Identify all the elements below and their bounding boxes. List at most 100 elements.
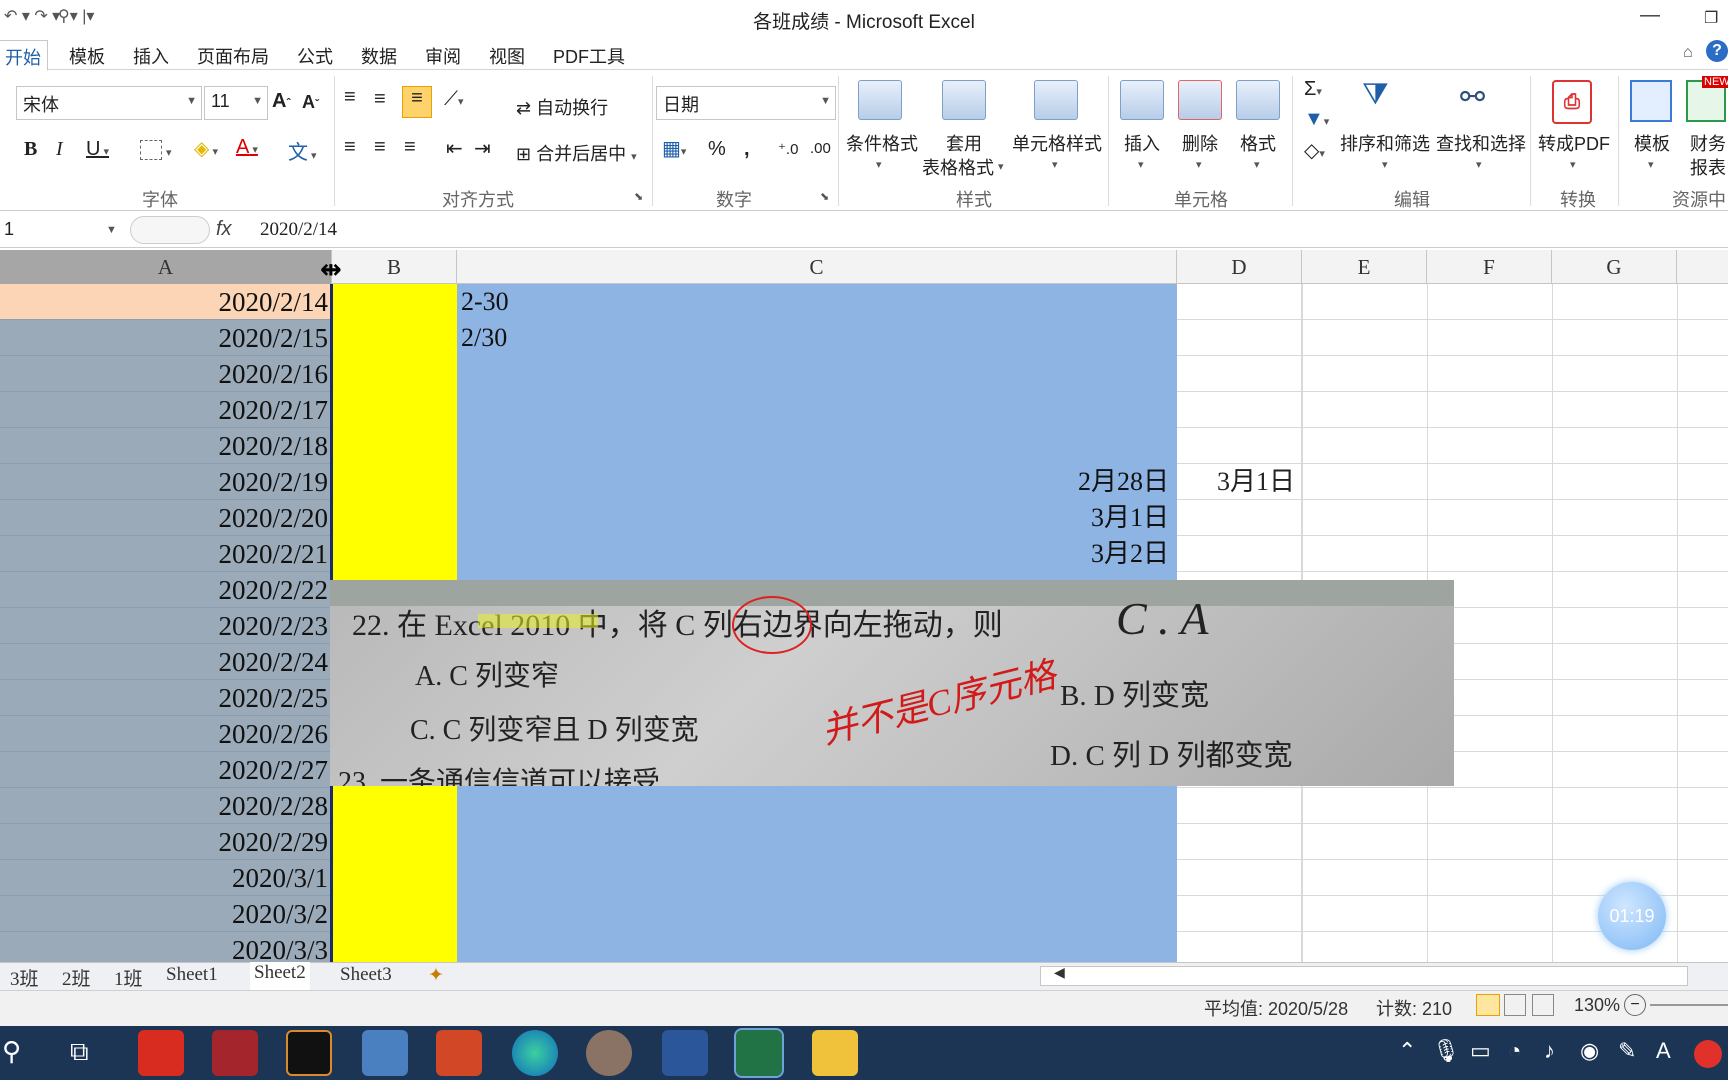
cell-c[interactable] [457, 788, 1177, 824]
column-header-b[interactable]: B [332, 250, 457, 284]
cell-c[interactable]: 2-30 [457, 284, 1177, 320]
cell-c[interactable] [457, 356, 1177, 392]
currency-icon[interactable]: ▦▾ [662, 136, 686, 161]
underline-button[interactable]: U ▾ [86, 138, 109, 161]
column-header-f[interactable]: F [1427, 250, 1552, 284]
italic-button[interactable]: I [56, 138, 63, 161]
cell-b[interactable] [332, 392, 457, 428]
cell-d[interactable] [1177, 896, 1302, 932]
avatar-app-icon[interactable] [586, 1030, 632, 1076]
cell-b[interactable] [332, 788, 457, 824]
cell-b[interactable] [332, 860, 457, 896]
cell-a[interactable]: 2020/3/2 [0, 896, 332, 932]
sheet-tab-sheet3[interactable]: Sheet3 [340, 964, 392, 986]
collapse-ribbon-icon[interactable]: ⌂ [1683, 44, 1693, 62]
zoom-slider[interactable] [1650, 1004, 1728, 1006]
cell-b[interactable] [332, 824, 457, 860]
zoom-out-icon[interactable]: − [1624, 994, 1646, 1016]
timer-badge[interactable]: 01:19 [1598, 882, 1666, 950]
cell-style-button[interactable]: 单元格样式 [1012, 130, 1102, 156]
cell-c[interactable] [457, 824, 1177, 860]
increase-decimal-icon[interactable]: ⁺.0 [778, 140, 798, 158]
increase-indent-icon[interactable]: ⇥ [474, 136, 491, 161]
cell-a[interactable]: 2020/2/14 [0, 284, 332, 320]
cell-a[interactable]: 2020/2/24 [0, 644, 332, 680]
pdf-app-icon[interactable] [138, 1030, 184, 1076]
cell-a[interactable]: 2020/2/25 [0, 680, 332, 716]
network-icon[interactable]: ◔ [1508, 1038, 1521, 1064]
cell-a[interactable]: 2020/2/29 [0, 824, 332, 860]
fill-icon[interactable]: ▼▾ [1304, 108, 1329, 131]
app-tray-icon[interactable]: ◉ [1580, 1038, 1599, 1064]
cell-a[interactable]: 2020/2/16 [0, 356, 332, 392]
volume-icon[interactable]: ♪ [1544, 1038, 1555, 1064]
cell-a[interactable]: 2020/2/28 [0, 788, 332, 824]
powerpoint-app-icon[interactable] [436, 1030, 482, 1076]
shrink-font-button[interactable]: Aˇ [302, 92, 319, 113]
cell-d[interactable] [1177, 860, 1302, 896]
cell-b[interactable] [332, 932, 457, 962]
cell-c[interactable] [457, 896, 1177, 932]
cell-a[interactable]: 2020/2/27 [0, 752, 332, 788]
sheet-tab-1[interactable]: 1班 [114, 964, 143, 991]
insert-cells-button[interactable]: 插入 [1124, 130, 1160, 156]
cell-d[interactable] [1177, 284, 1302, 320]
cell-a[interactable]: 2020/3/3 [0, 932, 332, 962]
zoom-level[interactable]: 130% [1574, 995, 1620, 1016]
cell-c[interactable] [457, 932, 1177, 962]
percent-icon[interactable]: % [708, 138, 726, 161]
cell-b[interactable] [332, 428, 457, 464]
cell-c[interactable]: 3月2日 [457, 536, 1177, 572]
column-header-c[interactable]: C [457, 250, 1177, 284]
cell-a[interactable]: 2020/2/19 [0, 464, 332, 500]
template-button[interactable]: 模板 [1634, 130, 1670, 156]
cell-d[interactable]: 3月1日 [1177, 464, 1302, 500]
formula-input[interactable]: 2020/2/14 [260, 219, 337, 241]
sheet-tab-sheet1[interactable]: Sheet1 [166, 964, 218, 986]
format-cells-button[interactable]: 格式 [1240, 130, 1276, 156]
battery-icon[interactable]: ▭ [1470, 1038, 1491, 1064]
table-format-label-1[interactable]: 套用 [946, 130, 982, 156]
cell-a[interactable]: 2020/3/1 [0, 860, 332, 896]
cell-b[interactable] [332, 284, 457, 320]
pen-icon[interactable]: ✎ [1618, 1038, 1636, 1064]
number-format-select[interactable]: 日期 ▼ [656, 86, 836, 120]
sheet-tab-2[interactable]: 2班 [62, 964, 91, 991]
access-app-icon[interactable] [212, 1030, 258, 1076]
finance-button[interactable]: 财务 [1690, 130, 1726, 156]
table-format-button[interactable]: 表格格式 [922, 154, 994, 180]
cell-a[interactable]: 2020/2/15 [0, 320, 332, 356]
cell-d[interactable] [1177, 500, 1302, 536]
decrease-indent-icon[interactable]: ⇤ [446, 136, 463, 161]
align-left-icon[interactable]: ≡ [344, 136, 356, 159]
bold-button[interactable]: B [24, 138, 37, 161]
fill-color-button[interactable]: ◈ ▾ [194, 136, 218, 161]
insert-sheet-icon[interactable]: ✦ [428, 964, 444, 987]
tab-formulas[interactable]: 公式 [297, 43, 333, 69]
dialog-launcher-icon[interactable]: ⬊ [820, 190, 829, 203]
align-bottom-icon[interactable]: ≡ [402, 86, 432, 118]
font-color-button[interactable]: A ▾ [236, 136, 258, 159]
cell-d[interactable] [1177, 932, 1302, 962]
fx-icon[interactable]: fx [216, 218, 232, 241]
wrap-text-button[interactable]: ⇄ 自动换行 [516, 94, 608, 120]
cell-c[interactable]: 3月1日 [457, 500, 1177, 536]
tab-review[interactable]: 审阅 [425, 43, 461, 69]
task-view-icon[interactable]: ⧉ [70, 1036, 89, 1068]
merge-center-button[interactable]: ⊞ 合并后居中 ▾ [516, 140, 637, 166]
decrease-decimal-icon[interactable]: .00 [810, 140, 831, 157]
tab-pdf-tools[interactable]: PDF工具 [553, 43, 625, 69]
cell-a[interactable]: 2020/2/23 [0, 608, 332, 644]
font-size-select[interactable]: 11 ▼ [204, 86, 268, 120]
orientation-icon[interactable]: ⟋▾ [444, 88, 464, 111]
sheet-tab-3[interactable]: 3班 [10, 964, 39, 991]
cell-a[interactable]: 2020/2/20 [0, 500, 332, 536]
cell-b[interactable] [332, 320, 457, 356]
grow-font-button[interactable]: Aˆ [272, 90, 290, 113]
font-name-select[interactable]: 宋体 ▼ [16, 86, 202, 120]
cell-c[interactable]: 2/30 [457, 320, 1177, 356]
cell-a[interactable]: 2020/2/22 [0, 572, 332, 608]
align-middle-icon[interactable]: ≡ [374, 88, 386, 111]
cell-d[interactable] [1177, 788, 1302, 824]
cell-d[interactable] [1177, 356, 1302, 392]
